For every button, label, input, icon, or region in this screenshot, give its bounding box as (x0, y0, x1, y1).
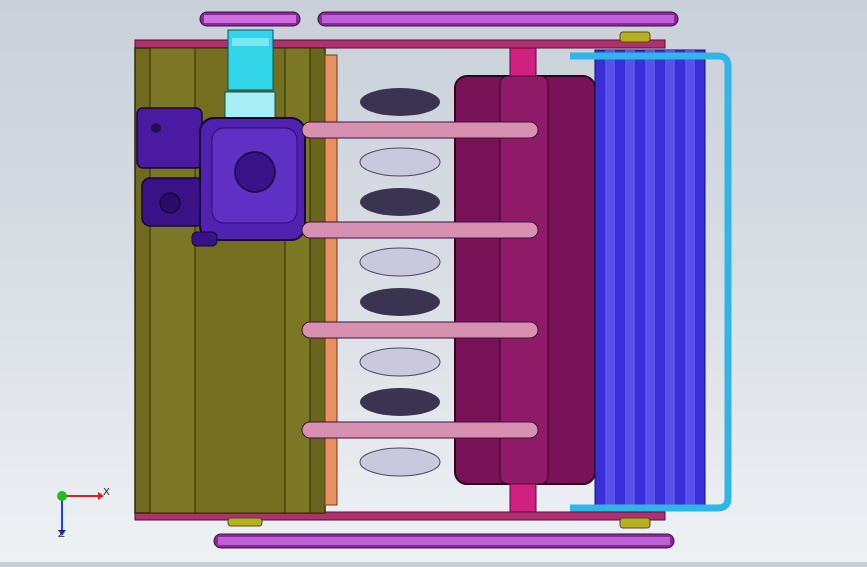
seeder-discs[interactable] (359, 88, 441, 477)
top-right-chain[interactable] (317, 11, 679, 27)
cad-viewport[interactable] (0, 0, 867, 562)
y-axis-dot (57, 491, 67, 501)
drive-pulley[interactable] (224, 29, 276, 119)
triad-z-label: Z (58, 529, 65, 540)
bottom-chain[interactable] (213, 533, 675, 549)
hopper[interactable] (454, 47, 596, 513)
triad-x-label: X (103, 487, 110, 498)
rollers[interactable] (594, 49, 706, 506)
top-left-chain[interactable] (199, 11, 301, 27)
